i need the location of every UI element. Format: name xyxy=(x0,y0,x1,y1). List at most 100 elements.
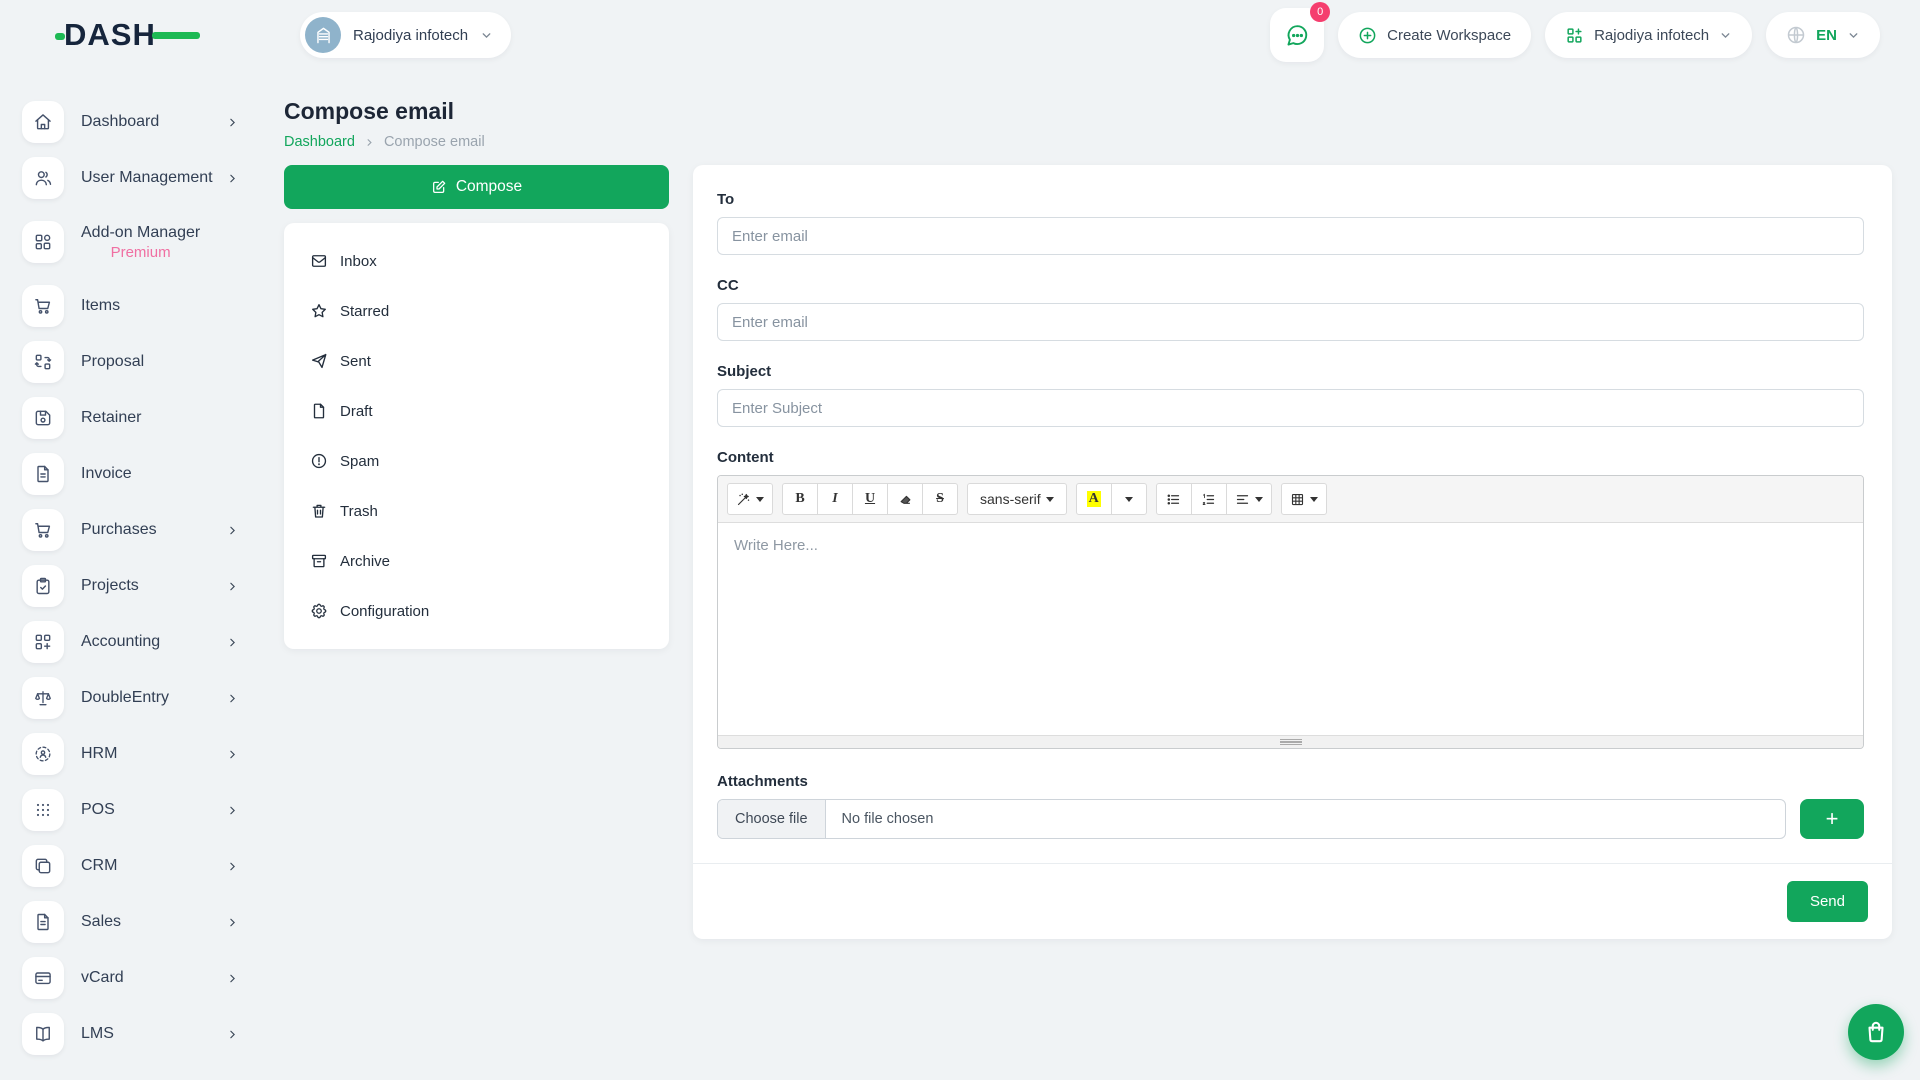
mail-folders-card: Inbox Starred Sent Draft Spam xyxy=(284,223,669,649)
ordered-list-button[interactable] xyxy=(1191,483,1227,515)
chevron-right-icon xyxy=(226,748,239,761)
credit-card-icon xyxy=(22,957,64,999)
page-title: Compose email xyxy=(284,98,1892,125)
italic-button[interactable]: I xyxy=(817,483,853,515)
logo-green-dash xyxy=(152,32,200,39)
chevron-right-icon xyxy=(226,636,239,649)
top-header: DASH Rajodiya infotech 0 Create Workspac… xyxy=(0,0,1920,70)
caret-down-icon xyxy=(1046,497,1054,502)
bold-button[interactable]: B xyxy=(782,483,818,515)
archive-icon xyxy=(310,552,328,570)
sidebar-item-user-management[interactable]: User Management xyxy=(0,150,265,206)
compose-button[interactable]: Compose xyxy=(284,165,669,209)
table-icon xyxy=(1290,492,1305,507)
sidebar-item-pos[interactable]: POS xyxy=(0,782,265,838)
subject-input[interactable] xyxy=(717,389,1864,427)
align-left-icon xyxy=(1235,492,1250,507)
chat-bubble-icon xyxy=(1285,23,1310,48)
chevron-right-icon xyxy=(226,916,239,929)
workspace-switcher-label: Rajodiya infotech xyxy=(1594,27,1709,44)
table-dropdown[interactable] xyxy=(1281,483,1327,515)
folder-inbox[interactable]: Inbox xyxy=(284,236,669,286)
dots-grid-icon xyxy=(22,789,64,831)
to-label: To xyxy=(717,191,1864,208)
mail-nav-column: Compose Inbox Starred Sent Draft xyxy=(284,165,669,939)
font-color-dropdown[interactable] xyxy=(1111,483,1147,515)
send-button[interactable]: Send xyxy=(1787,881,1868,922)
font-color-button[interactable]: A xyxy=(1076,483,1112,515)
unordered-list-button[interactable] xyxy=(1156,483,1192,515)
user-focus-icon xyxy=(22,733,64,775)
sidebar-item-vcard[interactable]: vCard xyxy=(0,950,265,1006)
language-selector[interactable]: EN xyxy=(1766,12,1880,58)
workspace-pill[interactable]: Rajodiya infotech xyxy=(300,12,511,58)
chevron-right-icon xyxy=(226,524,239,537)
sidebar-item-accounting[interactable]: Accounting xyxy=(0,614,265,670)
premium-badge: Premium xyxy=(81,244,200,261)
form-footer: Send xyxy=(693,863,1892,939)
underline-button[interactable]: U xyxy=(852,483,888,515)
to-input[interactable] xyxy=(717,217,1864,255)
folder-starred[interactable]: Starred xyxy=(284,286,669,336)
messages-count-badge: 0 xyxy=(1310,2,1330,22)
building-icon xyxy=(305,17,341,53)
sidebar-item-sales[interactable]: Sales xyxy=(0,894,265,950)
caret-down-icon xyxy=(1310,497,1318,502)
editor-resize-handle[interactable] xyxy=(718,735,1863,748)
folder-spam[interactable]: Spam xyxy=(284,436,669,486)
sidebar-item-items[interactable]: Items xyxy=(0,278,265,334)
folder-archive[interactable]: Archive xyxy=(284,536,669,586)
editor-toolbar: B I U S sans-serif xyxy=(718,476,1863,523)
spam-alert-icon xyxy=(310,452,328,470)
chevron-right-icon xyxy=(226,804,239,817)
sidebar-item-hrm[interactable]: HRM xyxy=(0,726,265,782)
strikethrough-button[interactable]: S xyxy=(922,483,958,515)
sidebar-item-dashboard[interactable]: Dashboard xyxy=(0,94,265,150)
sidebar-item-retainer[interactable]: Retainer xyxy=(0,390,265,446)
compose-icon xyxy=(431,179,447,195)
editor-placeholder: Write Here... xyxy=(734,537,818,554)
style-magic-button[interactable] xyxy=(727,483,773,515)
sidebar-item-doubleentry[interactable]: DoubleEntry xyxy=(0,670,265,726)
editor-content-area[interactable]: Write Here... xyxy=(718,523,1863,735)
messages-button[interactable]: 0 xyxy=(1270,8,1324,62)
dash-logo[interactable]: DASH xyxy=(64,15,194,55)
choose-file-button[interactable]: Choose file xyxy=(718,800,826,838)
users-icon xyxy=(22,157,64,199)
cc-input[interactable] xyxy=(717,303,1864,341)
create-workspace-button[interactable]: Create Workspace xyxy=(1338,12,1531,58)
sidebar-item-crm[interactable]: CRM xyxy=(0,838,265,894)
chevron-down-icon xyxy=(1719,29,1732,42)
add-attachment-button[interactable]: + xyxy=(1800,799,1864,839)
eraser-icon xyxy=(898,492,913,507)
folder-configuration[interactable]: Configuration xyxy=(284,586,669,636)
sidebar-item-purchases[interactable]: Purchases xyxy=(0,502,265,558)
globe-icon xyxy=(1786,25,1806,45)
sidebar-item-proposal[interactable]: Proposal xyxy=(0,334,265,390)
header-actions: 0 Create Workspace Rajodiya infotech EN xyxy=(1270,8,1880,62)
clear-format-button[interactable] xyxy=(887,483,923,515)
transfer-grid-icon xyxy=(22,341,64,383)
sidebar-item-invoice[interactable]: Invoice xyxy=(0,446,265,502)
magic-wand-icon xyxy=(736,492,751,507)
logo-text: DASH xyxy=(64,17,156,53)
store-fab-button[interactable] xyxy=(1848,1004,1904,1060)
paragraph-align-dropdown[interactable] xyxy=(1226,483,1272,515)
chevron-right-icon xyxy=(226,972,239,985)
folder-trash[interactable]: Trash xyxy=(284,486,669,536)
sidebar-item-addon-manager[interactable]: Add-on Manager Premium xyxy=(0,206,265,278)
rich-text-editor: B I U S sans-serif xyxy=(717,475,1864,749)
content-label: Content xyxy=(717,449,1864,466)
font-family-dropdown[interactable]: sans-serif xyxy=(967,483,1067,515)
breadcrumb-dashboard-link[interactable]: Dashboard xyxy=(284,134,355,150)
workspace-switcher[interactable]: Rajodiya infotech xyxy=(1545,12,1752,58)
breadcrumb-current: Compose email xyxy=(384,134,485,150)
sidebar-item-projects[interactable]: Projects xyxy=(0,558,265,614)
chevron-right-icon xyxy=(226,172,239,185)
file-text-icon xyxy=(22,901,64,943)
folder-draft[interactable]: Draft xyxy=(284,386,669,436)
app-window-icon xyxy=(22,845,64,887)
folder-sent[interactable]: Sent xyxy=(284,336,669,386)
sidebar-item-lms[interactable]: LMS xyxy=(0,1006,265,1062)
file-input[interactable]: Choose file No file chosen xyxy=(717,799,1786,839)
